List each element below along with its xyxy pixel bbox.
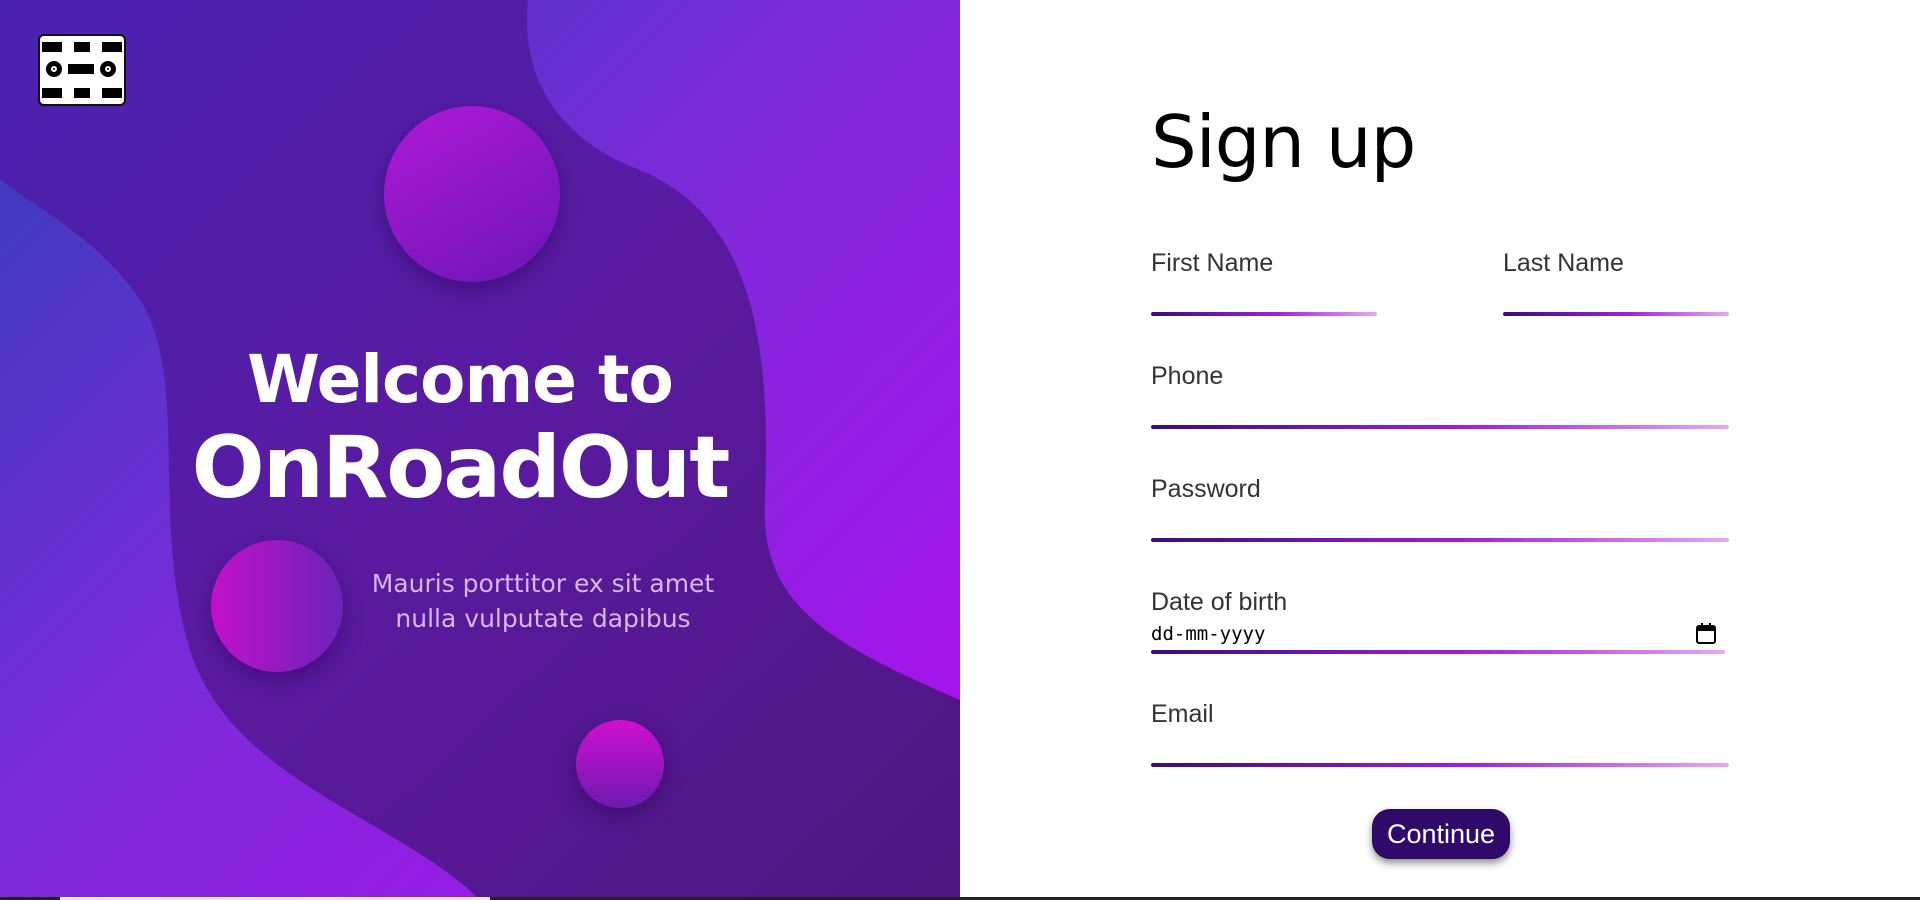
password-input[interactable]	[1151, 508, 1729, 534]
phone-input[interactable]	[1151, 395, 1729, 421]
phone-label: Phone	[1151, 362, 1224, 390]
first-name-underline	[1151, 312, 1377, 316]
last-name-input[interactable]	[1503, 282, 1729, 308]
password-underline	[1151, 538, 1729, 542]
date-of-birth-input[interactable]: dd-mm-yyyy	[1151, 623, 1265, 645]
first-name-label: First Name	[1151, 249, 1274, 277]
email-input[interactable]	[1151, 733, 1729, 759]
date-of-birth-label: Date of birth	[1151, 588, 1288, 616]
page-title: Sign up	[1151, 100, 1416, 184]
continue-button[interactable]: Continue	[1372, 809, 1510, 859]
road-logo-icon[interactable]	[38, 34, 126, 106]
first-name-input[interactable]	[1151, 282, 1377, 308]
last-name-label: Last Name	[1503, 249, 1624, 277]
date-of-birth-field[interactable]: Date of birth dd-mm-yyyy	[1151, 587, 1725, 657]
decorative-bubble-small	[576, 720, 664, 808]
last-name-field[interactable]: Last Name	[1503, 248, 1729, 318]
email-label: Email	[1151, 700, 1214, 728]
brand-name: OnRoadOut	[191, 418, 731, 518]
date-of-birth-underline	[1151, 650, 1725, 654]
decorative-bubble-large	[384, 106, 560, 282]
welcome-heading: Welcome to OnRoadOut	[150, 340, 770, 516]
phone-field[interactable]: Phone	[1151, 361, 1729, 431]
phone-underline	[1151, 425, 1729, 429]
last-name-underline	[1503, 312, 1729, 316]
hero-panel: Welcome to OnRoadOut Mauris porttitor ex…	[0, 0, 960, 900]
password-field[interactable]: Password	[1151, 474, 1729, 544]
signup-form: Sign up First Name Last Name Phone Passw…	[1151, 0, 1731, 900]
email-underline	[1151, 763, 1729, 767]
first-name-field[interactable]: First Name	[1151, 248, 1377, 318]
password-label: Password	[1151, 475, 1261, 503]
email-field[interactable]: Email	[1151, 699, 1729, 769]
tagline: Mauris porttitor ex sit amet nulla vulpu…	[371, 569, 715, 633]
welcome-line: Welcome to	[247, 341, 674, 418]
calendar-icon[interactable]	[1695, 623, 1717, 645]
decorative-bubble-medium	[211, 540, 343, 672]
